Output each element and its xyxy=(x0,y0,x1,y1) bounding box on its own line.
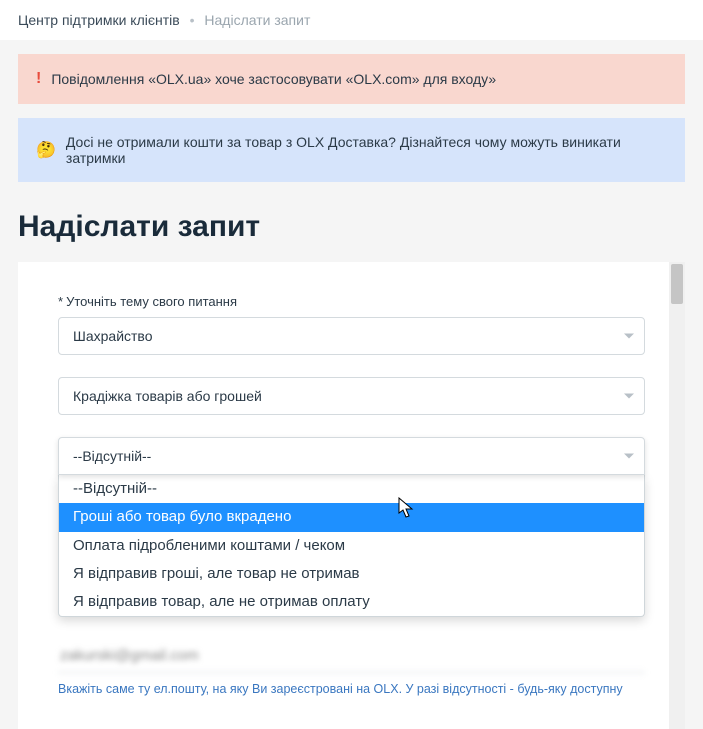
detail-dropdown: --Відсутній--Гроші або товар було вкраде… xyxy=(58,475,645,617)
chevron-down-icon xyxy=(624,454,634,459)
scrollbar-track[interactable] xyxy=(669,262,685,729)
topic-select[interactable]: Шахрайство xyxy=(58,317,645,355)
breadcrumb-current: Надіслати запит xyxy=(204,12,310,28)
topic-label: *Уточніть тему свого питання xyxy=(58,294,645,309)
page-title: Надіслати запит xyxy=(18,210,685,244)
topic-select-value: Шахрайство xyxy=(73,328,153,344)
banner-warning-text: Повідомлення «OLX.ua» хоче застосовувати… xyxy=(51,71,496,87)
banner-info-text: Досі не отримали кошти за товар з OLX До… xyxy=(66,134,667,166)
subtopic-select[interactable]: Крадіжка товарів або грошей xyxy=(58,377,645,415)
breadcrumb-root[interactable]: Центр підтримки клієнтів xyxy=(18,12,180,28)
detail-option[interactable]: Гроші або товар було вкрадено xyxy=(59,503,644,531)
email-hint: Вкажіть саме ту ел.пошту, на яку Ви заре… xyxy=(58,681,645,699)
banner-warning[interactable]: ! Повідомлення «OLX.ua» хоче застосовува… xyxy=(18,54,685,104)
exclamation-icon: ! xyxy=(36,70,41,88)
request-form: *Уточніть тему свого питання Шахрайство … xyxy=(18,262,685,729)
detail-select-value: --Відсутній-- xyxy=(73,448,151,464)
breadcrumb-separator: • xyxy=(190,12,195,28)
detail-option[interactable]: Я відправив гроші, але товар не отримав xyxy=(59,560,644,588)
email-field[interactable]: zakurski@gmail.com xyxy=(58,639,645,673)
banner-info[interactable]: 🤔 Досі не отримали кошти за товар з OLX … xyxy=(18,118,685,182)
detail-option[interactable]: Я відправив товар, але не отримав оплату xyxy=(59,588,644,616)
chevron-down-icon xyxy=(624,334,634,339)
chevron-down-icon xyxy=(624,394,634,399)
subtopic-select-value: Крадіжка товарів або грошей xyxy=(73,388,262,404)
breadcrumb: Центр підтримки клієнтів • Надіслати зап… xyxy=(0,0,703,40)
detail-select[interactable]: --Відсутній-- xyxy=(58,437,645,475)
scrollbar-thumb[interactable] xyxy=(671,264,683,304)
detail-option[interactable]: Оплата підробленими коштами / чеком xyxy=(59,532,644,560)
thinking-face-icon: 🤔 xyxy=(36,140,56,160)
detail-option[interactable]: --Відсутній-- xyxy=(59,475,644,503)
required-mark: * xyxy=(58,294,63,309)
